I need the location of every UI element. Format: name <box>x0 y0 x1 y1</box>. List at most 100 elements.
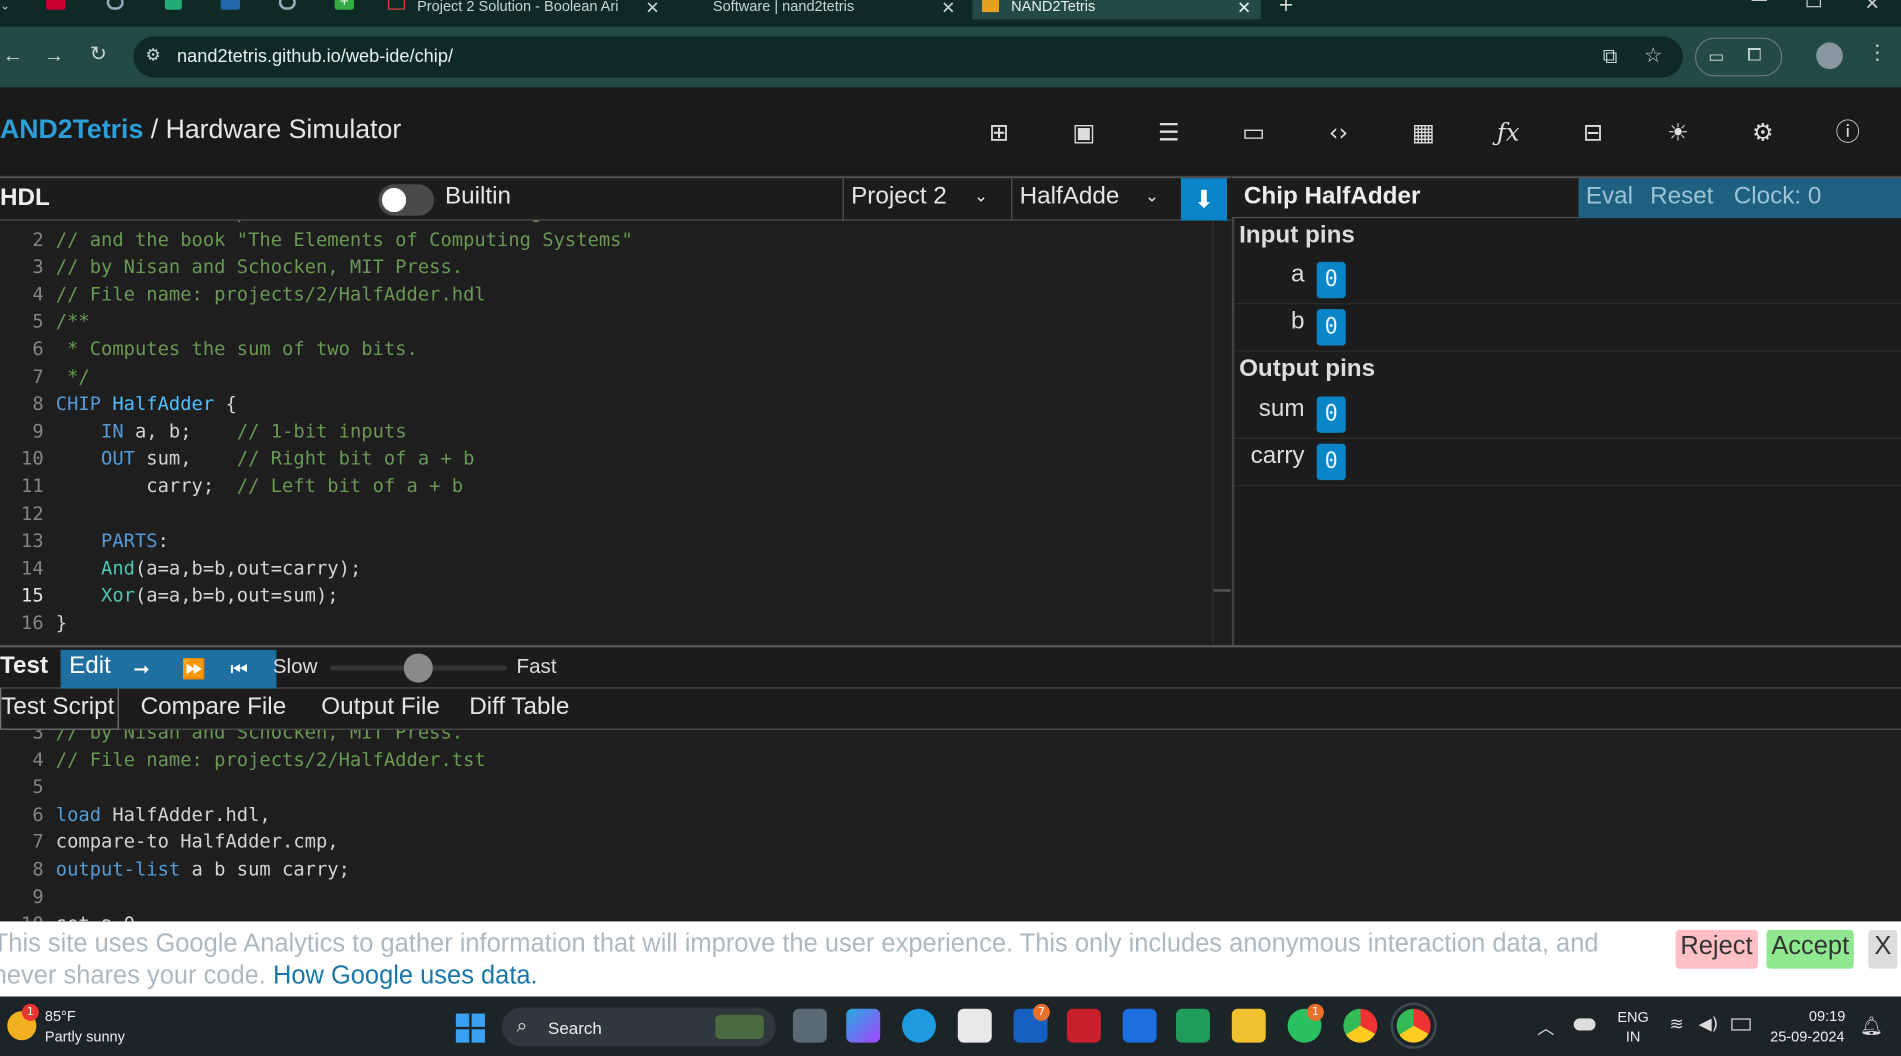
asm-icon[interactable]: ☰ <box>1151 114 1187 150</box>
back-icon[interactable]: ← <box>2 44 23 68</box>
code-line[interactable]: 10 set a 0, <box>0 913 1212 921</box>
battery-icon[interactable] <box>1731 1018 1751 1031</box>
reset-icon[interactable]: ⏮ <box>230 657 247 681</box>
code-line[interactable]: 9 <box>0 886 1212 913</box>
eval-button[interactable]: Eval <box>1586 183 1633 211</box>
code-line[interactable]: 10 OUT sum, // Right bit of a + b <box>0 448 1212 475</box>
tab-test-script[interactable]: Test Script <box>0 688 120 730</box>
step-icon[interactable]: ➞ <box>133 657 149 680</box>
info-icon[interactable]: ⓘ <box>1830 114 1866 150</box>
clock-date[interactable]: 25-09-2024 <box>1770 1028 1844 1045</box>
cpu-icon[interactable]: ▣ <box>1066 114 1102 150</box>
pin-value-toggle[interactable]: 0 <box>1316 261 1346 299</box>
hdl-editor[interactable]: 1 // This file is part of www.nand2tetris… <box>0 220 1213 645</box>
project-select[interactable]: Project 2 ⌄ <box>842 178 1010 221</box>
restore-icon[interactable] <box>1806 0 1822 8</box>
reset-button[interactable]: Reset <box>1650 183 1713 211</box>
code-line[interactable]: 8 CHIP HalfAdder { <box>0 393 1212 420</box>
close-tab-icon[interactable]: ✕ <box>645 0 659 18</box>
file-explorer-icon[interactable] <box>1231 1008 1266 1043</box>
run-icon[interactable]: ⏩ <box>182 657 206 680</box>
tab-scroll-icon[interactable]: ⌄ <box>0 0 19 13</box>
google-data-link[interactable]: How Google uses data. <box>273 961 538 989</box>
editor-scrollbar[interactable] <box>1212 220 1231 645</box>
chrome-icon[interactable] <box>1343 1008 1378 1043</box>
sheets-icon[interactable]: + <box>334 0 355 10</box>
menu-icon[interactable]: ⋮ <box>1867 41 1888 65</box>
github-icon[interactable] <box>106 0 124 10</box>
gmail-icon[interactable] <box>46 0 66 10</box>
vscode-icon[interactable] <box>1176 1008 1210 1043</box>
pin-value-toggle[interactable]: 0 <box>1316 309 1346 346</box>
volume-icon[interactable]: ◀) <box>1699 1015 1719 1034</box>
code-line[interactable]: 6 load HalfAdder.hdl, <box>0 804 1212 831</box>
copilot-icon[interactable] <box>846 1008 881 1043</box>
test-script-editor[interactable]: 3 // by Nisan and Schocken, MIT Press. 4 //… <box>0 729 1901 922</box>
windows-start-icon[interactable] <box>455 1013 485 1043</box>
code-line[interactable]: 16} <box>0 612 1212 639</box>
code-line[interactable]: 5 <box>0 776 1212 803</box>
tab-nand2tetris[interactable]: NAND2Tetris ✕ <box>972 0 1261 20</box>
edge-icon[interactable] <box>902 1008 936 1043</box>
code-line[interactable]: 4 // File name: projects/2/HalfAdder.tst <box>0 749 1212 776</box>
dropbox-icon[interactable] <box>1122 1008 1157 1043</box>
book-icon[interactable]: ⊟ <box>1575 114 1611 150</box>
code-line[interactable]: 14 And(a=a,b=b,out=carry); <box>0 557 1212 584</box>
code-icon[interactable]: ‹› <box>1320 114 1356 150</box>
computer-icon[interactable]: ▭ <box>1235 114 1271 150</box>
code-line[interactable]: 3 // by Nisan and Schocken, MIT Press. <box>0 730 1212 749</box>
tab-output-file[interactable]: Output File <box>321 693 440 721</box>
tab-diff-table[interactable]: Diff Table <box>469 693 569 721</box>
brand-name[interactable]: AND2Tetris <box>0 114 143 144</box>
code-line[interactable]: 2 // and the book "The Elements of Comput… <box>0 229 1212 256</box>
github-icon[interactable] <box>278 0 296 10</box>
reject-button[interactable]: Reject <box>1675 929 1758 969</box>
clock-time[interactable]: 09:19 <box>1809 1008 1845 1025</box>
tab-software[interactable]: Software | nand2tetris ✕ <box>674 0 965 19</box>
accept-button[interactable]: Accept <box>1766 929 1855 969</box>
new-tab-button[interactable]: + <box>1278 0 1294 16</box>
edit-button[interactable]: Edit <box>69 652 111 680</box>
close-banner-button[interactable]: X <box>1868 929 1898 969</box>
bookmark-star-icon[interactable]: ☆ <box>1644 44 1662 68</box>
code-line[interactable]: 9 IN a, b; // 1-bit inputs <box>0 420 1212 447</box>
code-line[interactable]: 1 // This file is part of www.nand2tetris… <box>0 221 1212 229</box>
code-line[interactable]: 7 compare-to HalfAdder.cmp, <box>0 831 1212 858</box>
tab-compare-file[interactable]: Compare File <box>141 693 287 721</box>
builtin-toggle[interactable] <box>378 184 435 216</box>
minimize-icon[interactable]: — <box>1751 0 1768 10</box>
onedrive-icon[interactable] <box>1573 1018 1596 1031</box>
url-text[interactable]: nand2tetris.github.io/web-ide/chip/ <box>177 46 453 67</box>
language-label[interactable]: ENG <box>1617 1009 1649 1026</box>
reload-icon[interactable]: ↻ <box>90 42 107 66</box>
settings-icon[interactable]: ⚙ <box>1745 114 1781 150</box>
code-line[interactable]: 11 carry; // Left bit of a + b <box>0 475 1212 502</box>
extensions-icon[interactable]: ⧠ <box>1747 45 1762 66</box>
code-line[interactable]: 12 <box>0 503 1212 530</box>
speed-slider-knob[interactable] <box>403 653 433 683</box>
store-icon[interactable] <box>957 1008 992 1043</box>
code-line[interactable]: 3 // by Nisan and Schocken, MIT Press. <box>0 256 1212 283</box>
cast-icon[interactable]: ▭ <box>1708 46 1724 67</box>
bug-icon[interactable]: ☀ <box>1660 114 1696 150</box>
close-window-icon[interactable]: ✕ <box>1865 0 1880 15</box>
chip-select[interactable]: HalfAdde ⌄ <box>1011 178 1181 221</box>
close-tab-icon[interactable]: ✕ <box>1237 0 1251 18</box>
code-line[interactable]: 6 * Computes the sum of two bits. <box>0 338 1212 365</box>
code-line[interactable]: 4 // File name: projects/2/HalfAdder.hdl <box>0 283 1212 310</box>
close-tab-icon[interactable]: ✕ <box>941 0 955 18</box>
task-view-icon[interactable] <box>792 1008 827 1043</box>
forward-icon[interactable]: → <box>44 44 65 68</box>
avatar[interactable] <box>1816 42 1843 70</box>
download-button[interactable]: ⬇ <box>1180 178 1227 221</box>
code-line[interactable]: 7 */ <box>0 366 1212 393</box>
calendar-icon[interactable] <box>220 0 241 10</box>
wifi-icon[interactable]: ≋ <box>1669 1015 1683 1034</box>
function-icon[interactable]: ƒx <box>1490 114 1526 150</box>
code-line[interactable]: 13 PARTS: <box>0 530 1212 557</box>
grid-icon[interactable]: ▦ <box>1405 114 1441 150</box>
taskbar-search[interactable]: ⌕ Search <box>501 1007 776 1047</box>
chrome-active-icon[interactable] <box>1390 1002 1437 1049</box>
code-line[interactable]: 8 output-list a b sum carry; <box>0 858 1212 885</box>
code-line[interactable]: 5 /** <box>0 311 1212 338</box>
